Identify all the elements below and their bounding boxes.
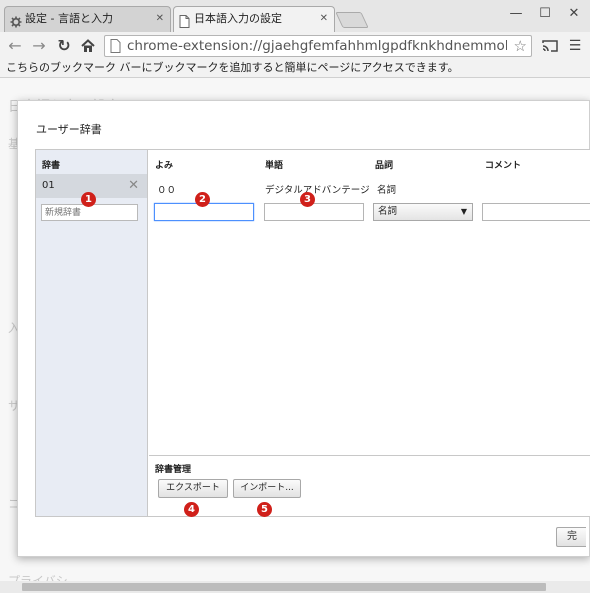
back-arrow-icon[interactable]: ← [6,37,24,55]
pos-select[interactable]: 名詞 ▼ [373,203,473,221]
delete-icon[interactable]: ✕ [128,174,139,198]
tab-title: 設定 - 言語と入力 [25,12,113,25]
column-header-pos: 品詞 [375,161,394,171]
column-header-word: 単語 [265,161,284,171]
ok-button[interactable]: 完 [556,527,586,547]
new-tab-button[interactable] [335,12,369,28]
minimize-icon[interactable]: — [506,6,526,22]
dictionary-name: 01 [42,180,55,191]
tab-ime-settings[interactable]: 日本語入力の設定 ✕ [173,6,335,32]
entry-reading[interactable]: ００ [157,182,176,196]
menu-icon[interactable]: ☰ [566,37,584,55]
dialog-title: ユーザー辞書 [36,123,102,136]
dictionary-header: 辞書 [42,161,61,171]
cast-icon[interactable] [541,37,559,55]
export-button[interactable]: エクスポート [158,479,228,498]
reload-icon[interactable]: ↻ [55,37,73,55]
user-dictionary-dialog: ユーザー辞書 辞書 01 ✕ よみ 単語 品詞 コメント ００ デジタルアドバン… [17,100,590,557]
close-icon[interactable]: ✕ [156,7,164,31]
scrollbar-thumb[interactable] [22,583,546,591]
entries-table: よみ 単語 品詞 コメント ００ デジタルアドバンテージ 名詞 名詞 ▼ 辞書管… [149,150,590,516]
gear-icon [10,13,22,28]
browser-toolbar: ← → ↻ chrome-extension://gjaehgfemfahhml… [0,32,590,60]
home-icon[interactable] [79,37,97,55]
management-header: 辞書管理 [155,465,192,475]
bookmark-bar: こちらのブックマーク バーにブックマークを追加すると簡単にページにアクセスできま… [0,60,590,78]
callout-marker: 3 [300,192,315,207]
address-bar[interactable]: chrome-extension://gjaehgfemfahhmlgpdfkn… [104,35,532,57]
pos-select-value: 名詞 [378,206,398,217]
entry-pos[interactable]: 名詞 [377,182,396,196]
horizontal-scrollbar[interactable] [0,581,590,593]
callout-marker: 4 [184,502,199,517]
tab-settings-language[interactable]: 設定 - 言語と入力 ✕ [4,6,171,32]
callout-marker: 5 [257,502,272,517]
page-icon [110,39,121,53]
new-comment-input[interactable] [482,203,590,221]
dropdown-arrow-icon: ▼ [460,207,467,216]
callout-marker: 2 [195,192,210,207]
callout-marker: 1 [81,192,96,207]
column-header-comment: コメント [485,161,522,171]
new-word-input[interactable] [264,203,364,221]
title-bar: 設定 - 言語と入力 ✕ 日本語入力の設定 ✕ — ☐ ✕ [0,0,590,32]
star-icon[interactable]: ☆ [514,36,527,56]
close-window-icon[interactable]: ✕ [564,6,584,22]
page-icon [179,13,191,28]
url-text: chrome-extension://gjaehgfemfahhmlgpdfkn… [127,38,507,54]
forward-arrow-icon[interactable]: → [30,37,48,55]
column-header-reading: よみ [155,161,174,171]
maximize-icon[interactable]: ☐ [535,6,555,22]
import-button[interactable]: インポート... [233,479,301,498]
tab-title: 日本語入力の設定 [194,12,282,25]
entry-word[interactable]: デジタルアドバンテージ [265,182,370,196]
close-icon[interactable]: ✕ [320,7,328,31]
